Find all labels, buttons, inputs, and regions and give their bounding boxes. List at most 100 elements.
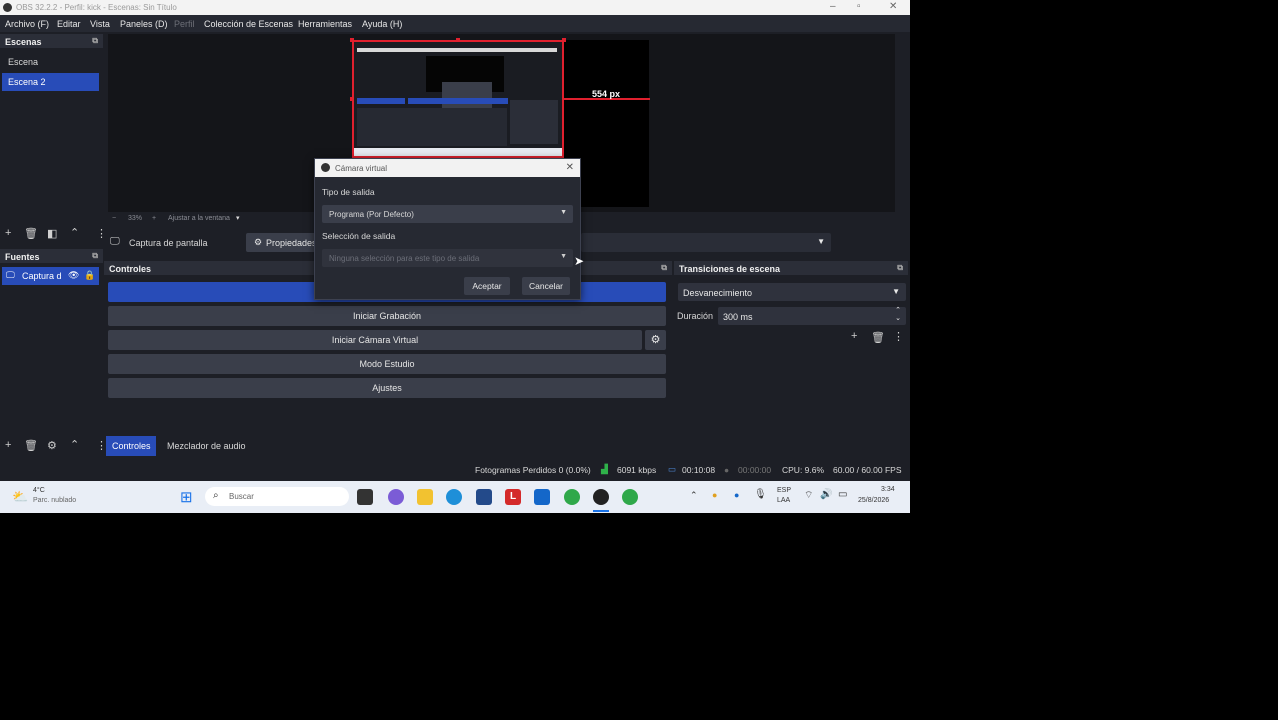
language-bottom[interactable]: LAA	[777, 497, 790, 504]
source-item[interactable]: 🖵 Captura d 👁 🔒	[2, 267, 99, 285]
dialog-title: Cámara virtual	[335, 164, 388, 173]
properties-label: Propiedades	[266, 238, 317, 248]
chevron-down-icon[interactable]: ▾	[236, 214, 240, 222]
menu-herramientas[interactable]: Herramientas	[298, 19, 352, 29]
chrome-icon[interactable]	[564, 489, 580, 505]
chevron-up-icon[interactable]: ⌃	[690, 490, 698, 501]
spinner-icon[interactable]: ⌃ ⌄	[895, 307, 901, 323]
duration-label: Duración	[677, 311, 714, 321]
outlook-icon[interactable]	[534, 489, 550, 505]
duration-input[interactable]: 300 ms ⌃ ⌄	[718, 307, 906, 325]
tab-controls[interactable]: Controles	[106, 436, 156, 456]
minimize-icon[interactable]: –	[830, 1, 836, 12]
float-icon[interactable]: ⧉	[897, 263, 903, 273]
accept-button[interactable]: Aceptar	[464, 277, 510, 295]
chrome-icon[interactable]	[622, 489, 638, 505]
stream-time: 00:10:08	[682, 465, 716, 475]
eye-icon[interactable]: 👁	[68, 270, 79, 281]
output-selection-label: Selección de salida	[322, 231, 396, 241]
trash-icon[interactable]: 🗑	[871, 331, 885, 344]
obs-window: OBS 32.2.2 - Perfil: kick - Escenas: Sin…	[0, 0, 910, 513]
output-selection-value: Ninguna selección para este tipo de sali…	[329, 254, 480, 263]
menu-perfil[interactable]: Perfil	[174, 19, 195, 29]
zoom-in-icon[interactable]: +	[152, 215, 156, 222]
edge-icon[interactable]	[446, 489, 462, 505]
monitor-icon: 🖵	[6, 270, 15, 280]
trash-icon[interactable]: 🗑	[24, 227, 38, 240]
screen-capture-source[interactable]	[352, 40, 564, 158]
weather-icon[interactable]: ⛅	[12, 489, 28, 505]
fit-to-window-button[interactable]: Ajustar a la ventana	[168, 215, 230, 222]
menu-coleccion-escenas[interactable]: Colección de Escenas	[204, 19, 293, 29]
trash-icon[interactable]: 🗑	[24, 439, 38, 452]
scenes-title: Escenas	[5, 37, 42, 47]
display-select[interactable]: ▼	[581, 233, 831, 252]
tray-icon[interactable]: ●	[734, 490, 739, 500]
obs-taskbar-icon[interactable]	[593, 489, 609, 505]
battery-icon[interactable]: ▭	[838, 489, 847, 500]
scene-item-selected[interactable]: Escena 2	[2, 73, 99, 91]
float-icon[interactable]: ⧉	[92, 251, 98, 261]
float-icon[interactable]: ⧉	[661, 263, 667, 273]
add-icon[interactable]: +	[5, 227, 11, 239]
add-icon[interactable]: +	[5, 439, 11, 451]
filter-icon[interactable]: ◧	[47, 227, 57, 240]
nested-taskbar	[354, 148, 562, 156]
app-l-icon[interactable]: L	[505, 489, 521, 505]
chevron-up-icon[interactable]: ⌃	[70, 438, 79, 451]
search-placeholder: Buscar	[229, 492, 254, 501]
start-virtual-camera-button[interactable]: Iniciar Cámara Virtual	[108, 330, 642, 350]
maximize-icon[interactable]: ▫	[857, 1, 861, 12]
resize-handle[interactable]	[456, 38, 460, 42]
clock-time[interactable]: 3:34	[881, 486, 895, 493]
more-icon[interactable]: ⋮	[893, 330, 904, 343]
volume-icon[interactable]: 🔊	[820, 489, 832, 500]
close-icon[interactable]: ✕	[889, 1, 897, 12]
chevron-up-icon[interactable]: ⌃	[70, 226, 79, 239]
float-icon[interactable]: ⧉	[92, 36, 98, 46]
microphone-icon[interactable]: 🎙	[754, 489, 767, 500]
scenes-header: Escenas ⧉	[0, 34, 103, 48]
file-explorer-icon[interactable]	[417, 489, 433, 505]
tray-icon[interactable]: ●	[712, 490, 717, 500]
output-selection-select[interactable]: Ninguna selección para este tipo de sali…	[322, 249, 573, 267]
dropped-frames: Fotogramas Perdidos 0 (0.0%)	[475, 465, 591, 475]
cancel-button[interactable]: Cancelar	[522, 277, 570, 295]
wifi-icon[interactable]: ⌔	[804, 489, 813, 502]
menu-ayuda[interactable]: Ayuda (H)	[362, 19, 402, 29]
search-box[interactable]: ⌕ Buscar	[205, 487, 349, 506]
menu-editar[interactable]: Editar	[57, 19, 81, 29]
gear-icon[interactable]: ⚙	[47, 439, 57, 452]
virtual-camera-settings-icon[interactable]: ⚙	[645, 330, 666, 350]
menu-vista[interactable]: Vista	[90, 19, 110, 29]
language-top[interactable]: ESP	[777, 487, 791, 494]
tab-audio-mixer[interactable]: Mezclador de audio	[160, 436, 260, 456]
zoom-out-icon[interactable]: −	[112, 215, 116, 222]
controls-title: Controles	[109, 264, 152, 274]
resize-handle[interactable]	[350, 38, 354, 42]
output-type-value: Programa (Por Defecto)	[329, 210, 414, 219]
copilot-icon[interactable]	[388, 489, 404, 505]
menu-archivo[interactable]: Archivo (F)	[5, 19, 49, 29]
windows-start-icon[interactable]: ⊞	[180, 488, 193, 506]
task-view-icon[interactable]	[357, 489, 373, 505]
settings-button[interactable]: Ajustes	[108, 378, 666, 398]
scene-item[interactable]: Escena	[2, 53, 99, 71]
lock-icon[interactable]: 🔒	[84, 270, 95, 281]
nested-selection	[357, 98, 405, 104]
resize-handle[interactable]	[562, 38, 566, 42]
transition-select[interactable]: Desvanecimiento ▼	[678, 283, 906, 301]
nested-control	[408, 98, 508, 104]
start-recording-button[interactable]: Iniciar Grabación	[108, 306, 666, 326]
output-type-select[interactable]: Programa (Por Defecto) ▼	[322, 205, 573, 223]
add-icon[interactable]: +	[851, 330, 857, 342]
store-icon[interactable]	[476, 489, 492, 505]
tab-controls-label: Controles	[112, 441, 151, 451]
virtual-camera-dialog: Cámara virtual ✕ Tipo de salida Programa…	[314, 158, 581, 300]
clock-date[interactable]: 25/8/2026	[858, 497, 889, 504]
resize-handle[interactable]	[350, 97, 354, 101]
close-icon[interactable]: ✕	[566, 162, 574, 173]
active-indicator	[593, 510, 609, 512]
menu-paneles[interactable]: Paneles (D)	[120, 19, 168, 29]
studio-mode-button[interactable]: Modo Estudio	[108, 354, 666, 374]
